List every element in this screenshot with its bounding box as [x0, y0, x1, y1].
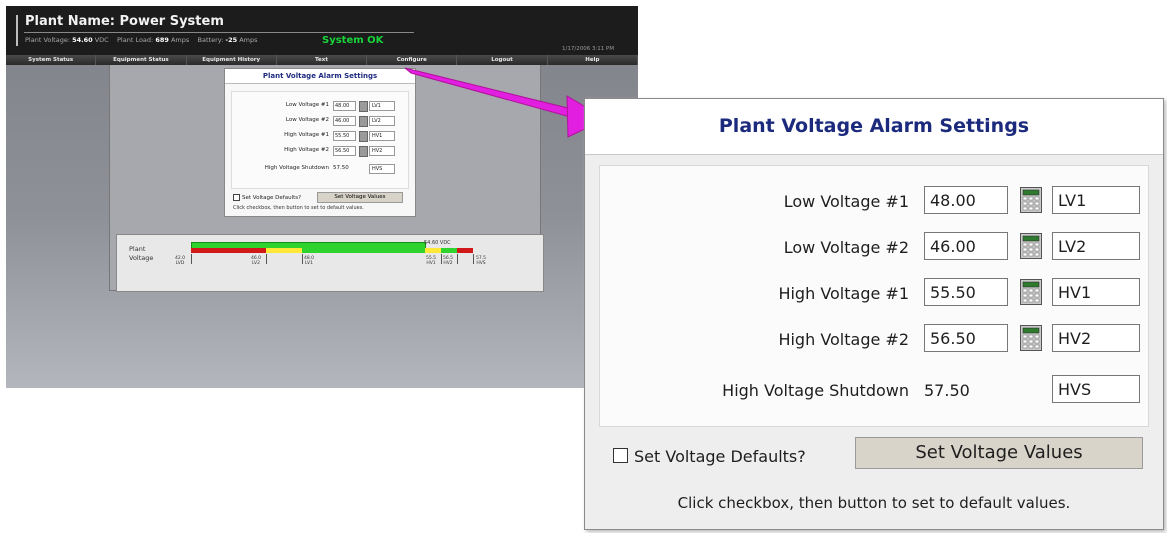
checkbox-box[interactable] — [613, 448, 628, 463]
shutdown-tag-input[interactable]: HVS — [1052, 375, 1140, 403]
low-voltage-2-label: Low Voltage #2 — [783, 238, 909, 257]
row-high-voltage-shutdown: High Voltage Shutdown 57.50 HVS — [585, 373, 1163, 407]
checkbox-label: Set Voltage Defaults? — [634, 447, 806, 466]
keypad-icon[interactable] — [1020, 279, 1042, 305]
low-voltage-2-input[interactable]: 46.00 — [924, 232, 1008, 260]
low-voltage-1-label: Low Voltage #1 — [783, 192, 909, 211]
low-voltage-2-tag-input[interactable]: LV2 — [1052, 232, 1140, 260]
hint-text: Click checkbox, then button to set to de… — [677, 494, 1071, 512]
high-voltage-2-tag-input[interactable]: HV2 — [1052, 324, 1140, 352]
row-low-voltage-1: Low Voltage #1 48.00 LV1 — [585, 184, 1163, 218]
keypad-icon[interactable] — [1020, 187, 1042, 213]
high-voltage-1-label: High Voltage #1 — [778, 284, 909, 303]
set-voltage-values-button[interactable]: Set Voltage Values — [855, 437, 1143, 469]
settings-title: Plant Voltage Alarm Settings — [585, 99, 1163, 155]
high-voltage-1-input[interactable]: 55.50 — [924, 278, 1008, 306]
low-voltage-1-input[interactable]: 48.00 — [924, 186, 1008, 214]
high-voltage-2-input[interactable]: 56.50 — [924, 324, 1008, 352]
shutdown-label: High Voltage Shutdown — [722, 381, 909, 400]
high-voltage-1-tag-input[interactable]: HV1 — [1052, 278, 1140, 306]
row-high-voltage-2: High Voltage #2 56.50 HV2 — [585, 322, 1163, 356]
keypad-icon[interactable] — [1020, 233, 1042, 259]
low-voltage-1-tag-input[interactable]: LV1 — [1052, 186, 1140, 214]
keypad-icon[interactable] — [1020, 325, 1042, 351]
shutdown-value: 57.50 — [924, 381, 970, 400]
row-low-voltage-2: Low Voltage #2 46.00 LV2 — [585, 230, 1163, 264]
set-voltage-defaults-checkbox[interactable]: Set Voltage Defaults? — [613, 447, 806, 466]
high-voltage-2-label: High Voltage #2 — [778, 330, 909, 349]
row-high-voltage-1: High Voltage #1 55.50 HV1 — [585, 276, 1163, 310]
settings-panel-zoomed: Plant Voltage Alarm Settings Low Voltage… — [584, 98, 1164, 530]
